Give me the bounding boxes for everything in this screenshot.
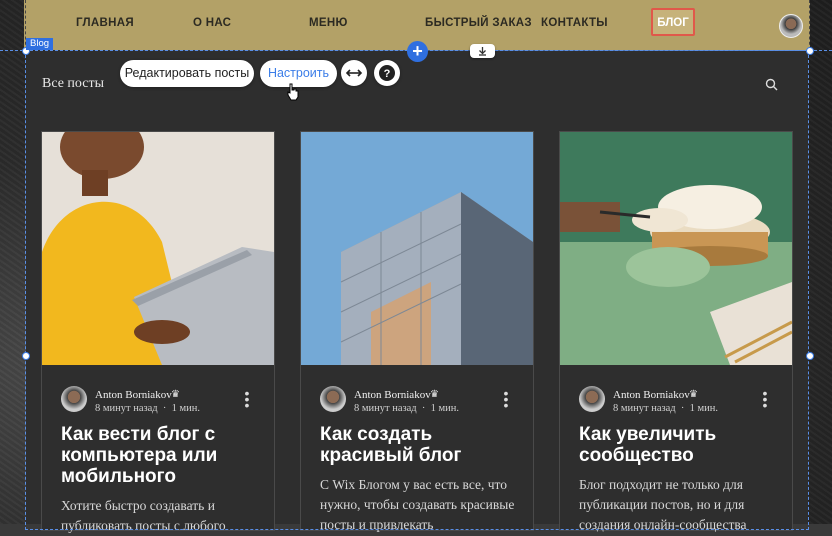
- stretch-button[interactable]: [341, 60, 367, 86]
- help-button[interactable]: ?: [374, 60, 400, 86]
- section-guide-right: [809, 0, 810, 50]
- nav-about[interactable]: О НАС: [193, 17, 231, 29]
- member-avatar[interactable]: [779, 14, 803, 38]
- resize-handle[interactable]: [806, 352, 814, 360]
- nav-home[interactable]: ГЛАВНАЯ: [76, 17, 134, 29]
- selection-frame: [25, 50, 809, 530]
- element-tag[interactable]: Blog: [26, 38, 54, 50]
- nav-blog-label: БЛОГ: [657, 17, 689, 29]
- hand-cursor-icon: [287, 83, 299, 101]
- download-icon: [479, 47, 486, 56]
- nav-contacts[interactable]: КОНТАКТЫ: [541, 17, 608, 29]
- resize-handle[interactable]: [22, 352, 30, 360]
- edit-posts-button[interactable]: Редактировать посты: [120, 60, 254, 87]
- nav-blog[interactable]: БЛОГ: [651, 8, 695, 36]
- stretch-icon: [345, 69, 363, 77]
- help-icon: ?: [379, 65, 395, 81]
- section-anchor-button[interactable]: [470, 44, 495, 58]
- nav-menu[interactable]: МЕНЮ: [309, 17, 348, 29]
- nav-quick-order[interactable]: БЫСТРЫЙ ЗАКАЗ: [425, 17, 532, 29]
- svg-text:?: ?: [384, 68, 391, 80]
- add-section-button[interactable]: +: [407, 41, 428, 62]
- resize-handle[interactable]: [806, 47, 814, 55]
